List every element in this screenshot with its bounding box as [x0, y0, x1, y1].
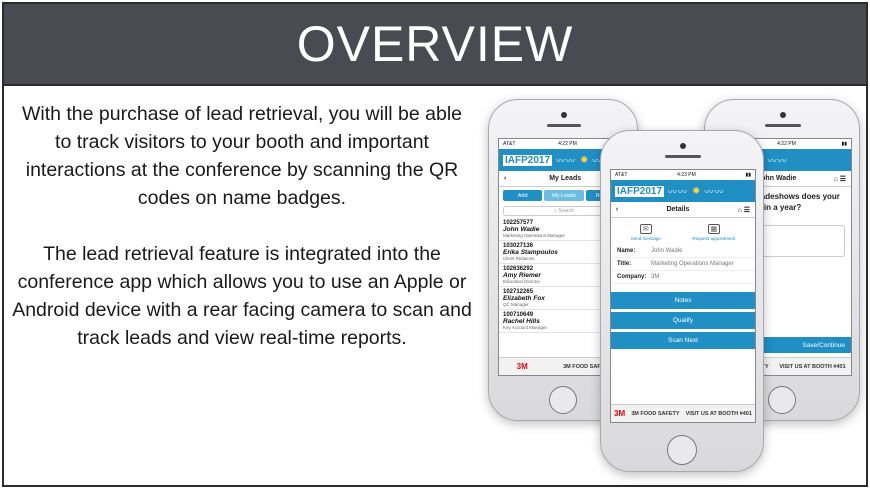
home-icon[interactable]: ⌂ ☰	[834, 175, 846, 183]
phone-details: AT&T 4:23 PM ▮▮ IAFP2017 〰〰 ✹ 〰〰 ‹ Detai…	[600, 130, 764, 472]
paragraph-feature: The lead retrieval feature is integrated…	[12, 243, 472, 349]
slide: OVERVIEW With the purchase of lead retri…	[2, 2, 868, 487]
carrier-label: AT&T	[615, 172, 628, 178]
qualify-button[interactable]: Qualify	[611, 312, 755, 329]
slide-title: OVERVIEW	[296, 16, 574, 72]
clock: 4:22 PM	[558, 141, 577, 147]
ad-booth: VISIT US AT BOOTH #401	[685, 410, 752, 417]
speaker-grille	[547, 124, 581, 127]
field-value: John Wadie	[651, 248, 683, 254]
sponsor-ad[interactable]: 3M 3M FOOD SAFETY VISIT US AT BOOTH #401	[611, 404, 755, 422]
battery-icon: ▮▮	[745, 172, 751, 178]
tab-my-leads[interactable]: My Leads	[544, 190, 584, 201]
battery-icon: ▮▮	[841, 141, 847, 147]
back-icon[interactable]: ‹	[504, 175, 506, 182]
screen-details: AT&T 4:23 PM ▮▮ IAFP2017 〰〰 ✹ 〰〰 ‹ Detai…	[610, 169, 756, 423]
scan-next-button[interactable]: Scan Next	[611, 332, 755, 349]
request-appointment-button[interactable]: ▦ Request appointment	[692, 224, 735, 241]
search-placeholder: Search	[558, 208, 575, 214]
camera-icon	[780, 112, 786, 118]
ad-text: 3M FOOD SAFETY	[631, 410, 680, 417]
envelope-icon: ✉	[639, 224, 652, 234]
nav-bar: ‹ Details ⌂ ☰	[611, 202, 755, 218]
answer-field[interactable]	[755, 225, 845, 257]
carrier-label: AT&T	[503, 141, 516, 147]
clock: 4:22 PM	[777, 141, 796, 147]
field-label: Name:	[617, 248, 636, 254]
field-value: Marketing Operations Manager	[651, 261, 734, 267]
nav-title: Details	[666, 206, 690, 213]
home-button[interactable]	[549, 386, 577, 414]
home-icon[interactable]: ⌂ ☰	[738, 206, 750, 214]
detail-row: Company: 3M	[611, 271, 755, 284]
field-label: Title:	[617, 261, 632, 267]
detail-row: Title: Marketing Operations Manager	[611, 258, 755, 271]
camera-icon	[561, 112, 567, 118]
app-banner: IAFP2017 〰〰 ✹ 〰〰	[611, 180, 755, 202]
nav-title: My Leads	[549, 175, 582, 182]
wave-decoration: 〰〰	[767, 155, 788, 166]
wave-decoration: 〰〰	[704, 186, 725, 197]
speaker-grille	[765, 124, 801, 127]
tab-add[interactable]: Add	[503, 190, 543, 201]
status-bar: AT&T 4:23 PM ▮▮	[611, 170, 755, 180]
sun-icon: ✹	[580, 154, 589, 166]
3m-logo: 3M	[614, 409, 626, 418]
clock: 4:23 PM	[677, 172, 696, 178]
save-continue-button[interactable]: Save/Continue	[753, 337, 851, 353]
back-icon[interactable]: ‹	[616, 206, 618, 213]
camera-icon	[680, 143, 686, 149]
iafp-logo: IAFP2017	[615, 185, 665, 197]
send-message-button[interactable]: ✉ Send message	[631, 224, 661, 241]
title-banner: OVERVIEW	[4, 4, 866, 86]
send-message-label: Send message	[630, 236, 661, 241]
field-value: 3M	[651, 274, 660, 280]
home-button[interactable]	[667, 435, 697, 465]
calendar-icon: ▦	[707, 224, 720, 234]
notes-button[interactable]: Notes	[611, 292, 755, 309]
request-appointment-label: Request appointment	[692, 236, 736, 241]
wave-decoration: 〰〰	[668, 186, 689, 197]
wave-decoration: 〰〰	[556, 155, 577, 166]
field-label: Company:	[617, 274, 647, 280]
3m-logo: 3M	[516, 362, 528, 371]
detail-row: Name: John Wadie	[611, 245, 755, 258]
speaker-grille	[665, 155, 701, 158]
paragraph-intro: With the purchase of lead retrieval, you…	[21, 103, 463, 209]
action-row: ✉ Send message ▦ Request appointment	[611, 218, 755, 245]
iafp-logo: IAFP2017	[503, 154, 553, 166]
body-text: With the purchase of lead retrieval, you…	[12, 100, 472, 352]
sun-icon: ✹	[692, 185, 701, 197]
home-button[interactable]	[768, 386, 796, 414]
ad-booth: VISIT US AT BOOTH #401	[779, 363, 846, 370]
